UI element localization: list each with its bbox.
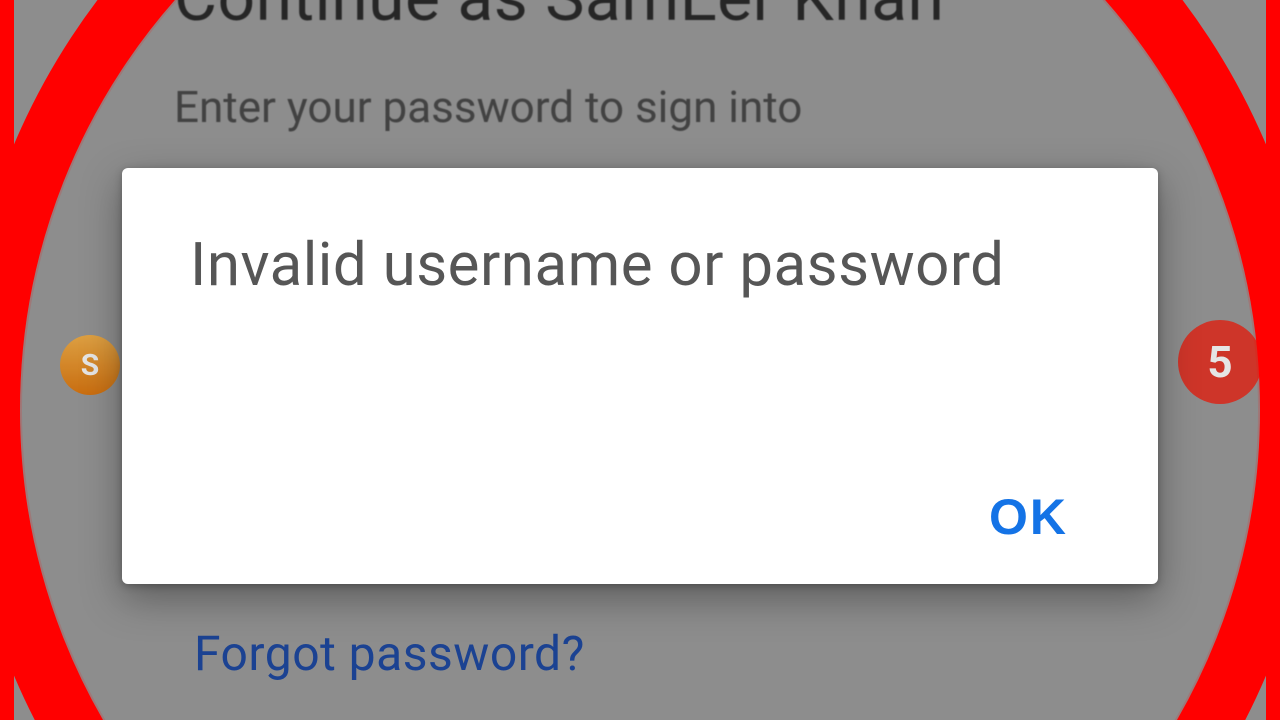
- error-message: Invalid username or password: [190, 224, 1090, 305]
- screenshot-frame: Continue as SamEer Khan Enter your passw…: [0, 0, 1280, 720]
- app-surface: Continue as SamEer Khan Enter your passw…: [14, 0, 1266, 720]
- error-dialog: Invalid username or password OK: [122, 168, 1158, 584]
- dialog-actions: OK: [190, 480, 1090, 554]
- ok-button[interactable]: OK: [977, 480, 1080, 554]
